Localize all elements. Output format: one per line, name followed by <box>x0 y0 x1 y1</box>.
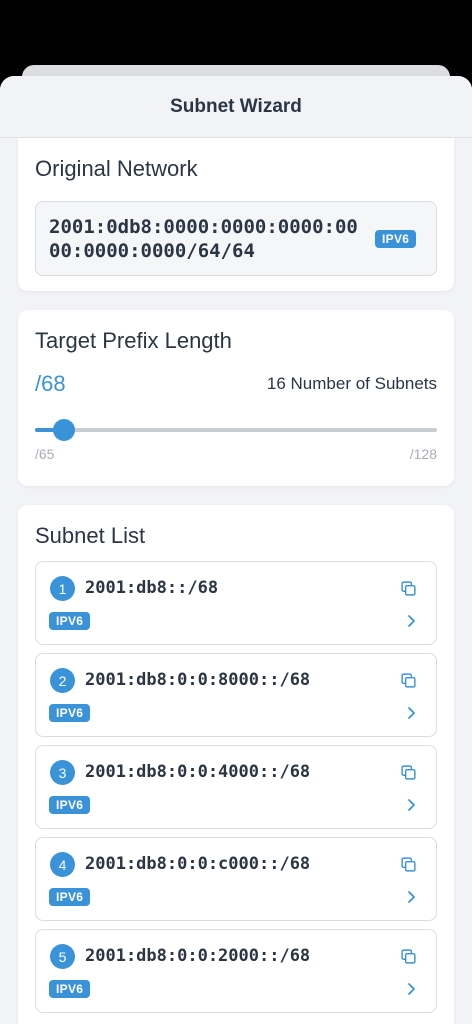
target-prefix-title: Target Prefix Length <box>35 328 232 353</box>
chevron-right-icon[interactable] <box>406 706 416 720</box>
subnet-item[interactable]: 2 2001:db8:0:0:8000::/68 IPV6 <box>35 653 437 737</box>
ipv6-badge: IPV6 <box>49 888 91 906</box>
subnet-address: 2001:db8::/68 <box>85 578 219 598</box>
target-prefix-card: Target Prefix Length /68 16 Number of Su… <box>18 310 454 486</box>
subnet-item[interactable]: 3 2001:db8:0:0:4000::/68 IPV6 <box>35 745 437 829</box>
subnet-item[interactable]: 5 2001:db8:0:0:2000::/68 IPV6 <box>35 929 437 1013</box>
ipv6-badge: IPV6 <box>375 229 417 248</box>
slider-labels: /65 /128 <box>35 446 437 462</box>
copy-icon[interactable] <box>400 948 417 965</box>
slider-thumb[interactable] <box>52 419 75 441</box>
subnet-index: 5 <box>58 948 67 965</box>
subnet-index-badge: 3 <box>50 760 75 785</box>
ipv6-badge: IPV6 <box>49 704 91 722</box>
page-title: Subnet Wizard <box>170 95 302 117</box>
slider-min-label: /65 <box>35 446 55 462</box>
original-network-box: 2001:0db8:0000:0000:0000:0000:0000:0000/… <box>35 201 437 276</box>
subnet-index: 3 <box>58 764 67 781</box>
subnet-item[interactable]: 4 2001:db8:0:0:c000::/68 IPV6 <box>35 837 437 921</box>
subnet-index-badge: 4 <box>50 852 75 877</box>
subnet-address: 2001:db8:0:0:c000::/68 <box>85 854 311 874</box>
original-network-address: 2001:0db8:0000:0000:0000:0000:0000:0000/… <box>49 215 358 262</box>
copy-icon[interactable] <box>400 764 417 781</box>
subnet-wizard-sheet: Subnet Wizard Original Network 2001:0db8… <box>0 76 472 1024</box>
ipv6-badge: IPV6 <box>49 612 91 630</box>
subnet-item[interactable]: 1 2001:db8::/68 IPV6 <box>35 561 437 645</box>
subnet-address: 2001:db8:0:0:2000::/68 <box>85 946 311 966</box>
slider-track[interactable] <box>35 428 437 432</box>
prefix-row: /68 16 Number of Subnets <box>35 371 437 397</box>
chevron-right-icon[interactable] <box>406 798 416 812</box>
subnet-list-title: Subnet List <box>35 523 146 548</box>
original-network-title: Original Network <box>35 156 198 181</box>
content: Original Network 2001:0db8:0000:0000:000… <box>0 138 472 1024</box>
sheet-header: Subnet Wizard <box>0 76 472 138</box>
copy-icon[interactable] <box>400 580 417 597</box>
subnet-index-badge: 1 <box>50 576 75 601</box>
subnet-index-badge: 2 <box>50 668 75 693</box>
subnet-index: 4 <box>58 856 67 873</box>
chevron-right-icon[interactable] <box>406 890 416 904</box>
subnet-list-card: Subnet List 1 2001:db8::/68 IPV6 2 2001:… <box>18 505 454 1024</box>
subnet-index: 2 <box>58 672 67 689</box>
subnet-index: 1 <box>58 580 67 597</box>
original-network-card: Original Network 2001:0db8:0000:0000:000… <box>18 138 454 291</box>
subnet-index-badge: 5 <box>50 944 75 969</box>
chevron-right-icon[interactable] <box>406 614 416 628</box>
copy-icon[interactable] <box>400 672 417 689</box>
copy-icon[interactable] <box>400 856 417 873</box>
subnet-address: 2001:db8:0:0:4000::/68 <box>85 762 311 782</box>
prefix-slider[interactable] <box>35 419 437 441</box>
ipv6-badge: IPV6 <box>49 980 91 998</box>
subnet-address: 2001:db8:0:0:8000::/68 <box>85 670 311 690</box>
chevron-right-icon[interactable] <box>406 982 416 996</box>
subnet-count: 16 Number of Subnets <box>266 374 437 393</box>
slider-max-label: /128 <box>409 446 437 462</box>
prefix-value: /68 <box>35 371 66 396</box>
ipv6-badge: IPV6 <box>49 796 91 814</box>
subnet-list: 1 2001:db8::/68 IPV6 2 2001:db8:0:0:8000… <box>35 561 437 1013</box>
